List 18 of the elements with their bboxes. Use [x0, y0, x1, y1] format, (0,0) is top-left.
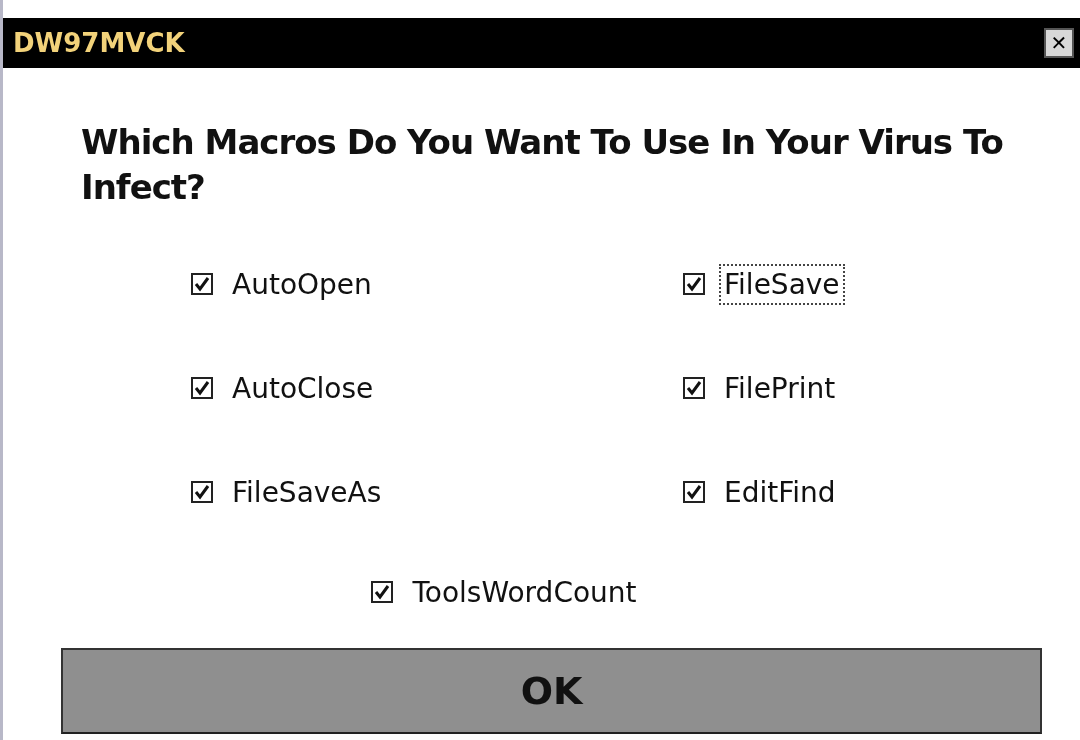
checkbox[interactable]: [191, 273, 213, 295]
option-label: ToolsWordCount: [411, 574, 638, 611]
close-button[interactable]: ✕: [1044, 28, 1074, 58]
option-label: AutoOpen: [231, 266, 373, 303]
ok-button[interactable]: OK: [61, 648, 1042, 734]
option-label: FileSave: [719, 263, 845, 305]
option-label: FilePrint: [723, 370, 837, 407]
option-label: FileSaveAs: [231, 474, 383, 511]
option-label: AutoClose: [231, 370, 375, 407]
checkbox[interactable]: [683, 273, 705, 295]
option-label: EditFind: [723, 474, 837, 511]
checkbox[interactable]: [683, 377, 705, 399]
question-text: Which Macros Do You Want To Use In Your Virus To Infect?: [81, 121, 1004, 209]
checkbox[interactable]: [191, 377, 213, 399]
checkbox[interactable]: [683, 481, 705, 503]
window-title: DW97MVCK: [13, 28, 185, 58]
checkbox[interactable]: [191, 481, 213, 503]
checkbox[interactable]: [371, 581, 394, 603]
